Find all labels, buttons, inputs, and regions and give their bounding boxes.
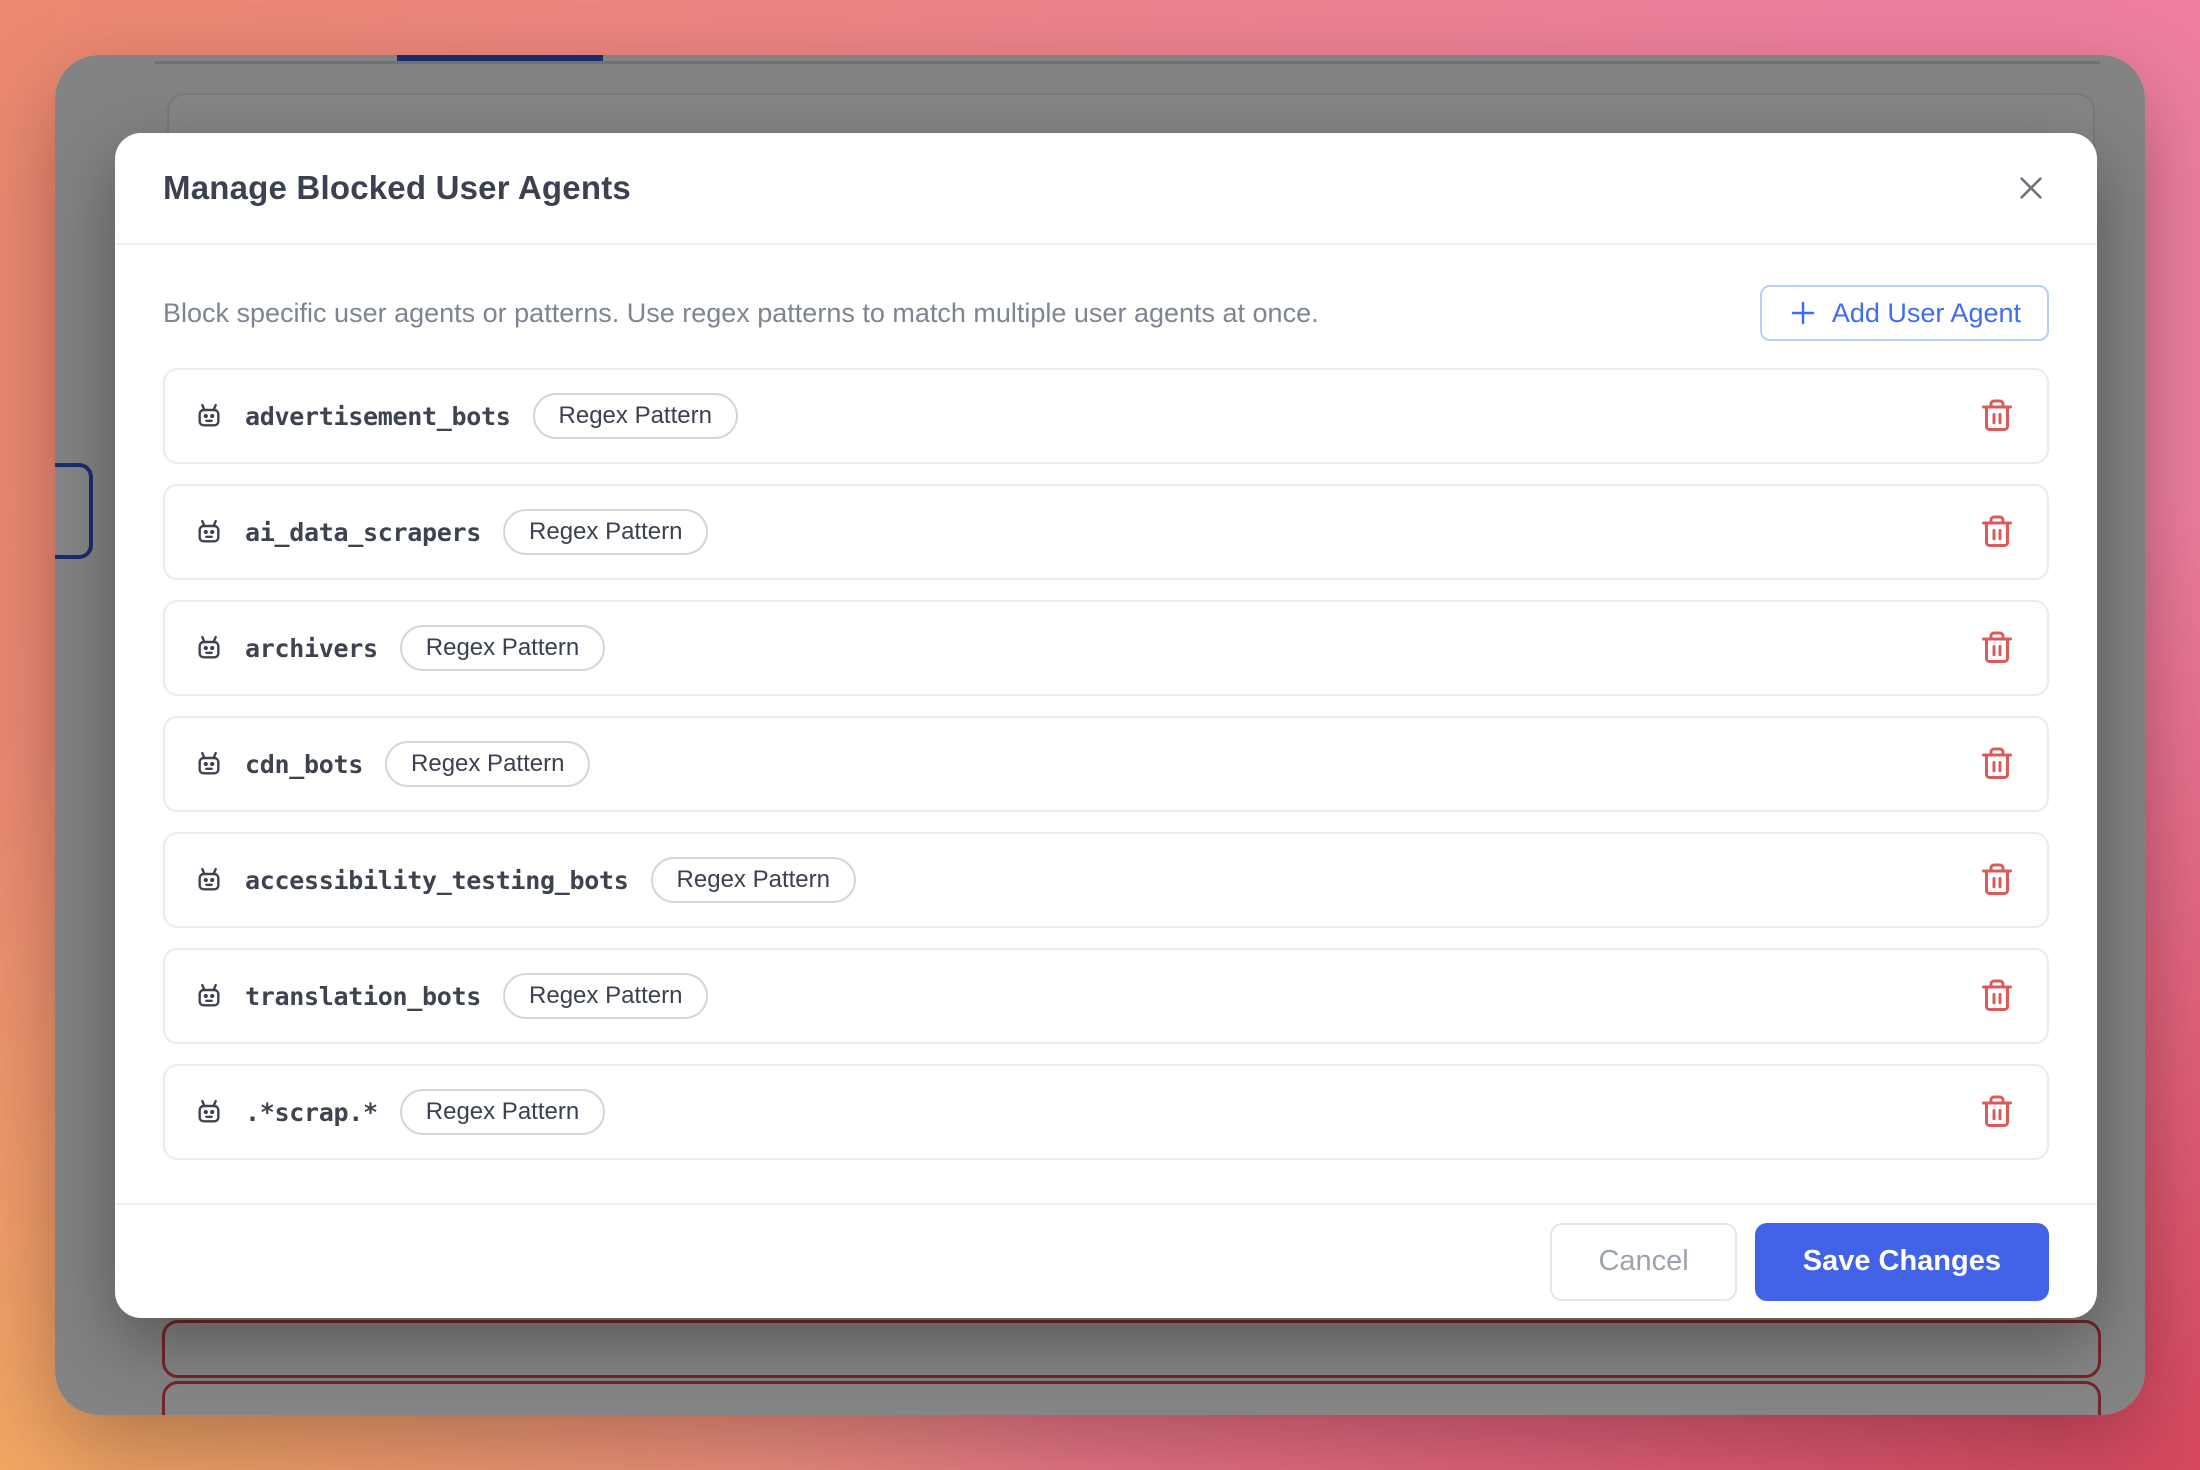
trash-icon: [1979, 978, 2015, 1014]
manage-blocked-user-agents-modal: Manage Blocked User Agents Block specifi…: [115, 133, 2097, 1318]
desktop-background: Manage Blocked User Agents Block specifi…: [0, 0, 2200, 1470]
trash-icon: [1979, 746, 2015, 782]
bot-icon: [193, 1096, 225, 1128]
bot-icon: [193, 980, 225, 1012]
user-agent-name: translation_bots: [245, 982, 481, 1011]
modal-footer: Cancel Save Changes: [115, 1203, 2097, 1318]
user-agent-list: advertisement_bots Regex Pattern ai_da: [163, 368, 2049, 1160]
x-icon: [2015, 172, 2047, 204]
regex-pattern-badge: Regex Pattern: [533, 393, 738, 439]
bot-icon: [193, 864, 225, 896]
modal-description: Block specific user agents or patterns. …: [163, 298, 1319, 329]
delete-user-agent-button[interactable]: [1975, 974, 2019, 1018]
trash-icon: [1979, 1094, 2015, 1130]
user-agent-name: accessibility_testing_bots: [245, 866, 629, 895]
bot-icon: [193, 632, 225, 664]
bot-icon: [193, 516, 225, 548]
regex-pattern-badge: Regex Pattern: [651, 857, 856, 903]
trash-icon: [1979, 862, 2015, 898]
bot-icon: [193, 400, 225, 432]
add-user-agent-label: Add User Agent: [1832, 298, 2021, 329]
delete-user-agent-button[interactable]: [1975, 394, 2019, 438]
user-agent-name: advertisement_bots: [245, 402, 511, 431]
close-button[interactable]: [2009, 166, 2053, 210]
user-agent-name: ai_data_scrapers: [245, 518, 481, 547]
user-agent-name: archivers: [245, 634, 378, 663]
user-agent-name: cdn_bots: [245, 750, 363, 779]
modal-body: Block specific user agents or patterns. …: [115, 245, 2097, 1203]
regex-pattern-badge: Regex Pattern: [385, 741, 590, 787]
delete-user-agent-button[interactable]: [1975, 510, 2019, 554]
user-agent-row: cdn_bots Regex Pattern: [163, 716, 2049, 812]
delete-user-agent-button[interactable]: [1975, 858, 2019, 902]
user-agent-row: ai_data_scrapers Regex Pattern: [163, 484, 2049, 580]
user-agent-row: .*scrap.* Regex Pattern: [163, 1064, 2049, 1160]
modal-header: Manage Blocked User Agents: [115, 133, 2097, 245]
regex-pattern-badge: Regex Pattern: [400, 1089, 605, 1135]
user-agent-row: advertisement_bots Regex Pattern: [163, 368, 2049, 464]
regex-pattern-badge: Regex Pattern: [400, 625, 605, 671]
add-user-agent-button[interactable]: Add User Agent: [1760, 285, 2049, 341]
modal-title: Manage Blocked User Agents: [163, 169, 631, 207]
user-agent-row: accessibility_testing_bots Regex Pattern: [163, 832, 2049, 928]
delete-user-agent-button[interactable]: [1975, 626, 2019, 670]
delete-user-agent-button[interactable]: [1975, 1090, 2019, 1134]
cancel-button[interactable]: Cancel: [1550, 1223, 1736, 1301]
trash-icon: [1979, 630, 2015, 666]
description-row: Block specific user agents or patterns. …: [163, 285, 2049, 341]
trash-icon: [1979, 514, 2015, 550]
user-agent-row: translation_bots Regex Pattern: [163, 948, 2049, 1044]
bot-icon: [193, 748, 225, 780]
trash-icon: [1979, 398, 2015, 434]
delete-user-agent-button[interactable]: [1975, 742, 2019, 786]
regex-pattern-badge: Regex Pattern: [503, 973, 708, 1019]
plus-icon: [1788, 298, 1818, 328]
user-agent-row: archivers Regex Pattern: [163, 600, 2049, 696]
save-changes-button[interactable]: Save Changes: [1755, 1223, 2049, 1301]
user-agent-name: .*scrap.*: [245, 1098, 378, 1127]
regex-pattern-badge: Regex Pattern: [503, 509, 708, 555]
